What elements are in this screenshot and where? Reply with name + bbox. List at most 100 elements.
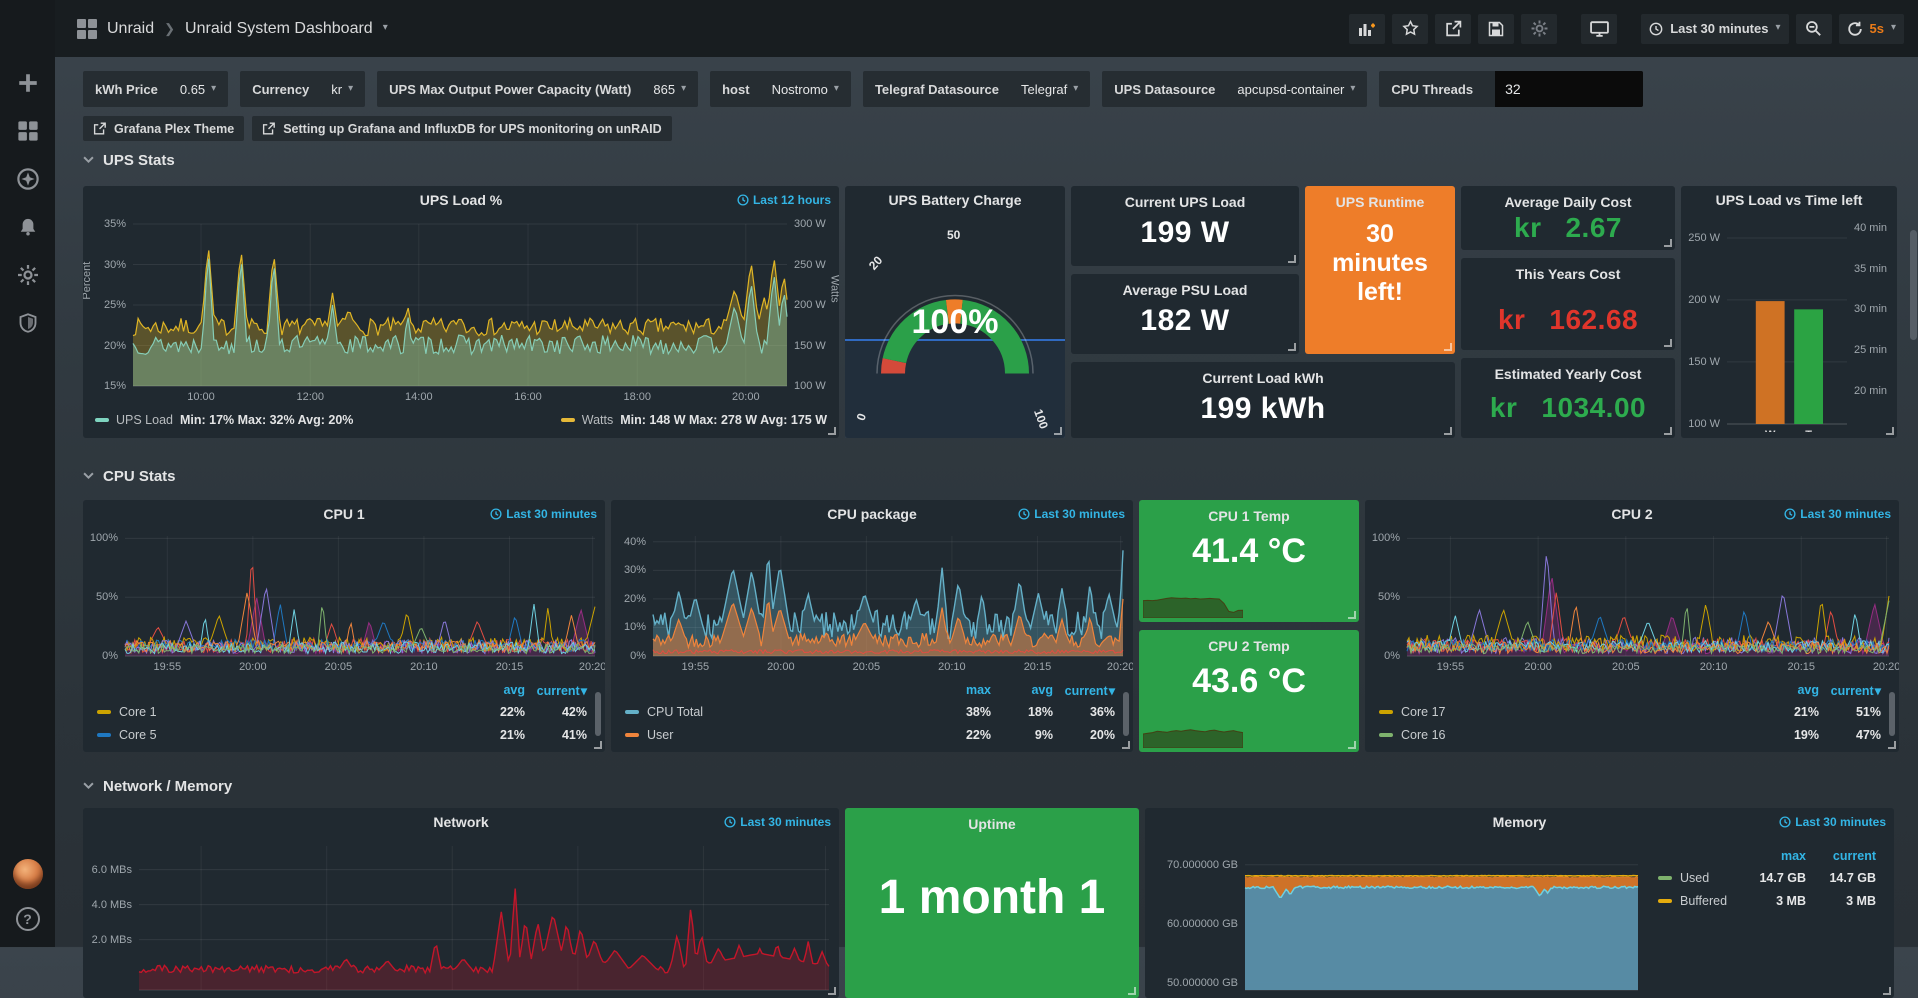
share-button[interactable] <box>1435 14 1471 44</box>
panel-time-range[interactable]: Last 30 minutes <box>1018 507 1125 521</box>
breadcrumb-page[interactable]: Unraid System Dashboard <box>185 20 373 38</box>
variable-kwh-price[interactable]: kWh Price 0.65▾ <box>83 71 228 107</box>
panel-ups-load: UPS Load % Last 12 hours 10:0012:0014:00… <box>83 186 839 438</box>
section-ups-stats[interactable]: UPS Stats <box>83 148 1908 172</box>
legend-row[interactable]: CPU Total38%18%36% <box>625 700 1115 723</box>
explore-compass-icon[interactable] <box>17 168 39 190</box>
ups-load-chart[interactable]: 10:0012:0014:0016:0018:0020:0035%30%25%2… <box>83 214 839 408</box>
clock-icon <box>1779 816 1791 828</box>
stat-value: 182 W <box>1140 304 1229 338</box>
configuration-gear-icon[interactable] <box>17 264 39 286</box>
legend-row[interactable]: Core 122%42% <box>97 700 587 723</box>
axis-tick-label: 20:00 <box>732 391 760 403</box>
network-chart[interactable]: 6.0 MBs4.0 MBs2.0 MBs <box>83 836 839 998</box>
variable-currency[interactable]: Currency kr▾ <box>240 71 365 107</box>
section-network-memory[interactable]: Network / Memory <box>83 774 1908 798</box>
link-ups-monitoring-guide[interactable]: Setting up Grafana and InfluxDB for UPS … <box>252 116 671 141</box>
panel-this-years-cost: This Years Cost kr162.68 <box>1461 258 1675 350</box>
legend-item[interactable]: UPS Load Min: 17% Max: 32% Avg: 20% <box>95 413 353 427</box>
variable-host[interactable]: host Nostromo▾ <box>710 71 851 107</box>
dashboard-grid-icon <box>77 19 97 39</box>
legend-scrollbar[interactable] <box>1889 692 1895 736</box>
variable-ups-max-output[interactable]: UPS Max Output Power Capacity (Watt) 865… <box>377 71 698 107</box>
axis-tick-label: 150 W <box>1681 356 1720 368</box>
legend-scrollbar[interactable] <box>1123 692 1129 736</box>
panel-time-range[interactable]: Last 30 minutes <box>490 507 597 521</box>
alerting-bell-icon[interactable] <box>17 216 39 238</box>
admin-shield-icon[interactable] <box>17 312 39 334</box>
user-avatar[interactable] <box>13 859 43 889</box>
axis-tick-label: 20:05 <box>853 661 881 673</box>
legend-col-max[interactable]: max <box>1736 849 1806 863</box>
ups-load-vs-time-bar-chart[interactable]: 250 W200 W150 W100 W40 min35 min30 min25… <box>1681 214 1897 432</box>
scrollbar-thumb[interactable] <box>1910 230 1917 340</box>
legend-col-avg[interactable]: avg <box>1757 683 1819 697</box>
create-plus-icon[interactable] <box>17 72 39 94</box>
panel-title[interactable]: Network <box>433 814 488 830</box>
panel-title[interactable]: Memory <box>1493 814 1547 830</box>
legend-col-max[interactable]: max <box>929 683 991 697</box>
panel-title[interactable]: UPS Battery Charge <box>888 192 1021 208</box>
axis-tick-label: 150 W <box>794 340 826 352</box>
variable-ups-datasource[interactable]: UPS Datasource apcupsd-container▾ <box>1102 71 1367 107</box>
panel-title[interactable]: CPU 1 <box>323 506 364 522</box>
axis-tick-label: 300 W <box>794 218 826 230</box>
legend-col-current[interactable]: current <box>525 683 587 698</box>
refresh-button[interactable]: 5s ▾ <box>1839 14 1905 44</box>
legend-scrollbar[interactable] <box>595 692 601 736</box>
zoom-out-button[interactable] <box>1796 14 1832 44</box>
legend-row[interactable]: Core 1619%47% <box>1379 723 1881 746</box>
variable-telegraf-datasource[interactable]: Telegraf Datasource Telegraf▾ <box>863 71 1090 107</box>
section-cpu-stats[interactable]: CPU Stats <box>83 464 1908 488</box>
axis-tick-label: 20:20 <box>579 661 605 673</box>
legend-col-current[interactable]: current <box>1053 683 1115 698</box>
panel-time-range[interactable]: Last 12 hours <box>737 193 831 207</box>
legend-item[interactable]: Watts Min: 148 W Max: 278 W Avg: 175 W <box>561 413 827 427</box>
legend-row[interactable]: Core 521%41% <box>97 723 587 746</box>
axis-tick-label: 20% <box>611 593 646 605</box>
panel-uptime: Uptime 1 month 1 <box>845 808 1139 998</box>
legend-col-current[interactable]: current <box>1819 683 1881 698</box>
panel-title[interactable]: UPS Load vs Time left <box>1716 192 1863 208</box>
legend-row[interactable]: Core 1721%51% <box>1379 700 1881 723</box>
breadcrumb-separator: ❯ <box>164 21 175 37</box>
panel-title[interactable]: CPU 2 <box>1611 506 1652 522</box>
panel-title[interactable]: UPS Load % <box>420 192 502 208</box>
dashboards-icon[interactable] <box>17 120 39 142</box>
time-range-picker[interactable]: Last 30 minutes ▾ <box>1641 14 1788 44</box>
panel-time-range[interactable]: Last 30 minutes <box>1779 815 1886 829</box>
panel-time-range[interactable]: Last 30 minutes <box>1784 507 1891 521</box>
cpu-package-chart[interactable]: 19:5520:0020:0520:1020:1520:2040%30%20%1… <box>611 528 1133 678</box>
cpu1-chart[interactable]: 19:5520:0020:0520:1020:1520:20100%50%0% <box>83 528 605 678</box>
help-icon[interactable] <box>16 907 40 931</box>
legend-col-avg[interactable]: avg <box>991 683 1053 697</box>
add-panel-button[interactable] <box>1349 14 1385 44</box>
cpu2-chart[interactable]: 19:5520:0020:0520:1020:1520:20100%50%0% <box>1365 528 1899 678</box>
panel-title[interactable]: CPU package <box>827 506 916 522</box>
save-button[interactable] <box>1478 14 1514 44</box>
page-scrollbar[interactable] <box>1910 60 1917 943</box>
dashboard-settings-button[interactable] <box>1521 14 1557 44</box>
panel-time-range[interactable]: Last 30 minutes <box>724 815 831 829</box>
memory-chart[interactable]: 70.000000 GB60.000000 GB50.000000 GB <box>1145 836 1644 998</box>
breadcrumb-app[interactable]: Unraid <box>107 20 154 38</box>
time-range-label: Last 30 minutes <box>1670 21 1768 36</box>
axis-tick-label: 20 min <box>1854 385 1887 397</box>
legend-row[interactable]: User22%9%20% <box>625 723 1115 746</box>
clock-icon <box>724 816 736 828</box>
legend-col-avg[interactable]: avg <box>463 683 525 697</box>
star-button[interactable] <box>1392 14 1428 44</box>
refresh-interval-label[interactable]: 5s <box>1870 21 1884 36</box>
clock-icon <box>1784 508 1796 520</box>
breadcrumb-caret-icon[interactable]: ▾ <box>383 22 388 33</box>
refresh-caret-icon[interactable]: ▾ <box>1891 22 1896 33</box>
cycle-view-monitor-button[interactable] <box>1581 14 1617 44</box>
cpu-threads-input[interactable] <box>1495 71 1643 107</box>
axis-tick-label: 25% <box>83 299 126 311</box>
link-grafana-plex-theme[interactable]: Grafana Plex Theme <box>83 116 244 141</box>
legend-row[interactable]: Buffered3 MB3 MB <box>1658 889 1876 912</box>
axis-tick-label: 20:05 <box>1612 661 1640 673</box>
legend-col-current[interactable]: current <box>1806 849 1876 863</box>
legend-row[interactable]: Used14.7 GB14.7 GB <box>1658 866 1876 889</box>
axis-tick-label: 10% <box>611 621 646 633</box>
